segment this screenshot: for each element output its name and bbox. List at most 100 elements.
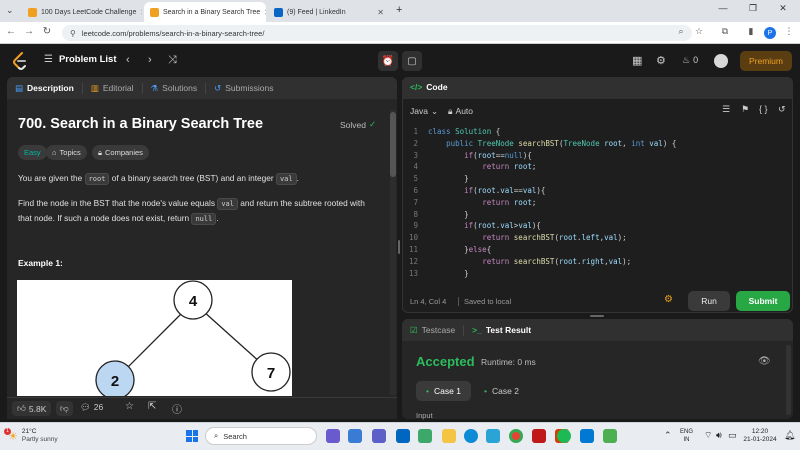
taskbar-search[interactable]: ⌕ Search: [205, 427, 317, 445]
like-button[interactable]: 👍︎ 5.8K: [12, 401, 52, 416]
clock[interactable]: 12:20 21-01-2024: [740, 428, 780, 444]
code-line[interactable]: 12 return searchBST(root.right,val);: [402, 257, 631, 269]
tab-testcase[interactable]: ☑ Testcase: [402, 324, 465, 336]
language-select[interactable]: Java ⌄: [410, 106, 438, 117]
timer-icon[interactable]: ⏰: [378, 51, 398, 71]
dislike-button[interactable]: 👎︎: [56, 401, 73, 416]
store-icon[interactable]: [396, 429, 410, 443]
close-window-icon[interactable]: ✕: [770, 3, 796, 14]
notifications-icon[interactable]: 🔔︎: [784, 430, 795, 441]
battery-icon[interactable]: ▭: [728, 430, 737, 441]
notes-icon[interactable]: ▢: [402, 51, 422, 71]
settings-gear-icon[interactable]: ⚙: [656, 54, 666, 67]
windows-start-icon[interactable]: [186, 430, 198, 442]
user-avatar[interactable]: [714, 54, 728, 68]
code-line[interactable]: 3 if(root==null){: [402, 151, 531, 163]
close-icon[interactable]: ✕: [140, 8, 142, 17]
code-line[interactable]: 5 }: [402, 174, 468, 186]
teams-icon[interactable]: [372, 429, 386, 443]
zoom-icon[interactable]: ⌕: [674, 26, 688, 37]
tab-search-icon[interactable]: ⌄: [6, 5, 14, 16]
photos-icon[interactable]: [418, 429, 432, 443]
case-2-button[interactable]: • Case 2: [474, 381, 529, 401]
layout-icon[interactable]: ▦: [632, 54, 642, 67]
submit-button[interactable]: Submit: [736, 291, 790, 311]
braces-icon[interactable]: { }: [759, 104, 768, 114]
browser-tab-leetcode-challenge[interactable]: 100 Days LeetCode Challenge ✕: [22, 2, 142, 22]
mcafee-icon[interactable]: [532, 429, 546, 443]
share-icon[interactable]: ⇱: [148, 401, 156, 412]
premium-button[interactable]: Premium: [740, 51, 792, 71]
new-tab-icon[interactable]: +: [396, 4, 402, 16]
comments-button[interactable]: 💬︎ 26: [80, 402, 103, 413]
maximize-icon[interactable]: ❐: [740, 3, 766, 14]
volume-icon[interactable]: 🔊︎: [716, 430, 722, 441]
address-bar[interactable]: ⚲ leetcode.com/problems/search-in-a-bina…: [62, 25, 692, 41]
result-scrollbar[interactable]: [786, 345, 791, 415]
back-icon[interactable]: ←: [4, 26, 18, 37]
streak-counter[interactable]: ♨ 0: [682, 55, 698, 66]
favorite-star-icon[interactable]: ☆: [125, 401, 134, 412]
topics-button[interactable]: ⌂ Topics: [46, 145, 87, 160]
vertical-resize-handle[interactable]: [398, 240, 400, 254]
bookmark-icon[interactable]: ⚑: [741, 104, 749, 115]
app-icon[interactable]: [603, 429, 617, 443]
close-icon[interactable]: ✕: [377, 8, 384, 17]
code-line[interactable]: 8 }: [402, 210, 468, 222]
code-line[interactable]: 1 class Solution {: [402, 127, 500, 139]
problem-title[interactable]: 700. Search in a Binary Search Tree: [18, 116, 263, 132]
help-icon[interactable]: ⓘ: [172, 401, 182, 416]
format-icon[interactable]: ☰: [722, 104, 730, 115]
vscode-icon[interactable]: [580, 429, 594, 443]
wifi-icon[interactable]: ⌔: [704, 430, 712, 441]
shuffle-icon[interactable]: ⤨: [168, 54, 177, 67]
site-info-icon[interactable]: ⚲: [70, 29, 76, 38]
code-line[interactable]: 7 return root;: [402, 198, 536, 210]
language-indicator[interactable]: ENG IN: [680, 428, 693, 444]
forward-icon[interactable]: →: [22, 26, 36, 37]
run-button[interactable]: Run: [688, 291, 730, 311]
taskview-icon[interactable]: [326, 429, 340, 443]
reset-icon[interactable]: ↺: [778, 104, 786, 115]
chrome-menu-icon[interactable]: ⋮: [782, 26, 796, 37]
tab-editorial[interactable]: ▥ Editorial: [83, 82, 143, 94]
weather-widget[interactable]: ☀ 1 21°C Partly sunny: [4, 427, 58, 444]
extensions-icon[interactable]: ⧉: [718, 26, 732, 37]
chat-app-icon[interactable]: [348, 429, 362, 443]
code-line[interactable]: 11 }else{: [402, 245, 491, 257]
code-line[interactable]: 10 return searchBST(root.left,val);: [402, 233, 627, 245]
case-1-button[interactable]: • Case 1: [416, 381, 471, 401]
edge-icon[interactable]: [464, 429, 478, 443]
code-line[interactable]: 9 if(root.val>val){: [402, 221, 540, 233]
browser-tab-linkedin[interactable]: (9) Feed | LinkedIn ✕: [268, 2, 390, 22]
code-line[interactable]: 13 }: [402, 269, 469, 281]
sidepanel-icon[interactable]: ▮: [744, 26, 758, 37]
spotify-icon[interactable]: [557, 429, 571, 443]
browser-tab-search-bst[interactable]: Search in a Binary Search Tree ✕: [144, 2, 266, 22]
eye-icon[interactable]: 👁︎: [758, 356, 771, 367]
leetcode-logo-icon[interactable]: [12, 52, 28, 70]
reload-icon[interactable]: ↻: [40, 26, 54, 37]
tab-solutions[interactable]: ⚗ Solutions: [143, 82, 207, 94]
prev-problem-icon[interactable]: ‹: [126, 54, 130, 66]
companies-button[interactable]: 🔒︎ Companies: [92, 145, 149, 160]
tab-test-result[interactable]: >_ Test Result: [464, 325, 539, 335]
code-line[interactable]: 2 public TreeNode searchBST(TreeNode roo…: [402, 139, 676, 151]
bookmark-star-icon[interactable]: ☆: [692, 26, 706, 37]
folder-icon[interactable]: [442, 429, 456, 443]
widget-icon[interactable]: [486, 429, 500, 443]
chrome-icon[interactable]: [509, 429, 523, 443]
minimize-icon[interactable]: —: [710, 3, 736, 13]
code-tab[interactable]: </> Code: [410, 82, 448, 92]
description-scroll-thumb[interactable]: [390, 112, 396, 177]
tab-submissions[interactable]: ↺ Submissions: [206, 83, 281, 94]
code-line[interactable]: 4 return root;: [402, 162, 536, 174]
profile-avatar[interactable]: P: [764, 27, 776, 39]
code-line[interactable]: 6 if(root.val==val){: [402, 186, 545, 198]
debug-icon[interactable]: ⚙: [664, 294, 673, 305]
close-icon[interactable]: ✕: [264, 8, 266, 17]
tab-description[interactable]: ▤ Description: [7, 82, 83, 94]
next-problem-icon[interactable]: ›: [148, 54, 152, 66]
tray-chevron-icon[interactable]: ⌃: [664, 430, 672, 441]
auto-mode-toggle[interactable]: 🔒︎ Auto: [448, 106, 473, 117]
